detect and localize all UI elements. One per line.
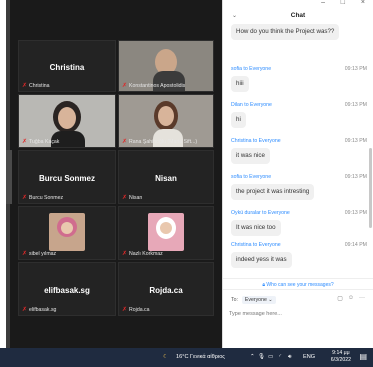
lock-icon: 🔒︎ (262, 282, 265, 288)
mic-muted-icon: ✗ (122, 251, 128, 257)
message-text: the project it was intresting (231, 184, 315, 201)
battery-icon[interactable]: ▭ (268, 354, 273, 360)
to-label: To: (231, 297, 238, 303)
participant-tile[interactable]: Christina ✗ Christina (18, 40, 116, 92)
message-text: hiii (231, 76, 249, 93)
participant-label: ✗ Nisan (122, 194, 143, 202)
participant-label: ✗ Nazlı Korkmaz (122, 250, 163, 258)
message-sender: Christina to Everyone (231, 138, 281, 144)
participant-tile[interactable]: ✗ sibel yılmaz (18, 206, 116, 260)
participant-label: ✗ Rojda.ca (122, 306, 150, 314)
participant-label: ✗ elifbasak.sg (22, 306, 57, 314)
chat-message: sofia to Everyone 09:13 PM the project it… (231, 174, 367, 201)
message-text: hi (231, 112, 246, 129)
recipient-dropdown[interactable]: Everyone ⌄ (241, 296, 276, 304)
weather-icon: ☾ (163, 354, 169, 360)
message-text: it was nice (231, 148, 270, 165)
chevron-down-icon: ⌄ (268, 297, 273, 303)
emoji-icon[interactable]: ☺ (348, 295, 354, 302)
participant-tile[interactable]: ✗ Konstantinos Apostolidis (118, 40, 214, 92)
notification-icon[interactable]: ▤ (359, 352, 367, 361)
participant-tile[interactable]: Nisan ✗ Nisan (118, 150, 214, 204)
participant-tile[interactable]: Burcu Sonmez ✗ Burcu Sonmez (18, 150, 116, 204)
message-text: It was nice too (231, 220, 281, 237)
profile-picture (148, 213, 184, 251)
profile-picture (49, 213, 85, 251)
message-time: 09:13 PM (344, 66, 367, 72)
participant-tile[interactable]: ✗ Tuğba Kaçak (18, 94, 116, 148)
compose-area: To: Everyone ⌄ ▢ ☺ ··· (223, 289, 373, 348)
microphone-icon[interactable]: 🎙︎ (258, 354, 265, 360)
mic-muted-icon: ✗ (122, 307, 128, 313)
participant-video (58, 107, 76, 129)
message-sender: sofia to Everyone (231, 66, 272, 72)
chat-scrollbar[interactable] (369, 148, 372, 228)
mic-muted-icon: ✗ (22, 139, 28, 145)
who-can-see-link[interactable]: 🔒︎ Who can see your messages? (223, 278, 373, 288)
taskbar: ☾ 16°C Γενικά αίθριος ⌃ 🎙︎ ▭ ◜ 🔊︎ ENG 9:… (0, 348, 373, 367)
more-icon[interactable]: ··· (359, 295, 365, 302)
message-time: 09:13 PM (344, 138, 367, 144)
message-sender: Oykü duralar to Everyone (231, 210, 290, 216)
weather-text[interactable]: 16°C Γενικά αίθριος (176, 354, 225, 360)
clock[interactable]: 9:14 μμ 6/3/2022 (331, 350, 351, 363)
participant-label: ✗ Tuğba Kaçak (22, 138, 60, 146)
participant-label: ✗ Burcu Sonmez (22, 194, 64, 202)
message-input[interactable] (229, 308, 367, 320)
participant-tile[interactable]: Rojda.ca ✗ Rojda.ca (118, 262, 214, 316)
participant-name: Nisan (155, 173, 177, 183)
mic-muted-icon: ✗ (22, 251, 28, 257)
file-icon[interactable]: ▢ (337, 295, 343, 302)
chat-message: Christina to Everyone 09:14 PM indeed yes… (231, 242, 367, 269)
minimize-button[interactable]: – (321, 0, 325, 6)
mic-muted-icon: ✗ (22, 83, 28, 89)
chat-panel: ⌄ Chat – □ × How do you think the Projec… (222, 0, 373, 348)
mic-muted-icon: ✗ (122, 195, 128, 201)
chat-message: How do you think the Project was?? (231, 20, 367, 41)
participant-label: ✗ Christina (22, 82, 50, 90)
chat-message: Dilan to Everyone 09:13 PM hi (231, 102, 367, 129)
message-time: 09:13 PM (344, 102, 367, 108)
video-gallery: Christina ✗ Christina ✗ Konstantinos Apost… (6, 0, 222, 348)
message-time: 09:14 PM (344, 242, 367, 248)
chat-header: ⌄ Chat – □ × (223, 0, 373, 20)
participant-name: Christina (49, 63, 85, 72)
chat-message: Oykü duralar to Everyone 09:13 PM It was … (231, 210, 367, 237)
participant-video (158, 106, 174, 126)
message-text: How do you think the Project was?? (231, 24, 340, 41)
chat-title: Chat (290, 12, 306, 19)
participant-label: ✗ Konstantinos Apostolidis (122, 82, 186, 90)
participant-label: ✗ sibel yılmaz (22, 250, 57, 258)
participant-name: Burcu Sonmez (38, 173, 95, 183)
chat-message: sofia to Everyone 09:13 PM hiii (231, 66, 367, 93)
message-time: 09:13 PM (344, 174, 367, 180)
participant-tile[interactable]: elifbasak.sg ✗ elifbasak.sg (18, 262, 116, 316)
participant-name: elifbasak.sg (44, 285, 90, 295)
chat-message: Christina to Everyone 09:13 PM it was nic… (231, 138, 367, 165)
message-time: 09:13 PM (344, 210, 367, 216)
message-sender: sofia to Everyone (231, 174, 272, 180)
message-list[interactable]: How do you think the Project was?? sofia… (223, 20, 373, 274)
maximize-button[interactable]: □ (341, 0, 345, 6)
mic-muted-icon: ✗ (122, 139, 128, 145)
participant-name: Rojda.ca (149, 285, 183, 295)
participant-tile[interactable]: ✗ Rana Şahinoğlu (Maria Sift...) (118, 94, 214, 148)
participant-tile[interactable]: ✗ Nazlı Korkmaz (118, 206, 214, 260)
participant-label: ✗ Rana Şahinoğlu (Maria Sift...) (122, 138, 198, 146)
message-text: indeed yess it was (231, 252, 292, 269)
mic-muted-icon: ✗ (22, 195, 28, 201)
mic-muted-icon: ✗ (22, 307, 28, 313)
mic-muted-icon: ✗ (122, 83, 128, 89)
network-icon[interactable]: ◜ (279, 354, 281, 360)
message-sender: Dilan to Everyone (231, 102, 272, 108)
close-button[interactable]: × (361, 0, 365, 6)
chevron-up-icon[interactable]: ⌃ (250, 354, 255, 360)
volume-icon[interactable]: 🔊︎ (288, 354, 292, 361)
message-sender: Christina to Everyone (231, 242, 281, 248)
language-indicator[interactable]: ENG (303, 354, 315, 360)
